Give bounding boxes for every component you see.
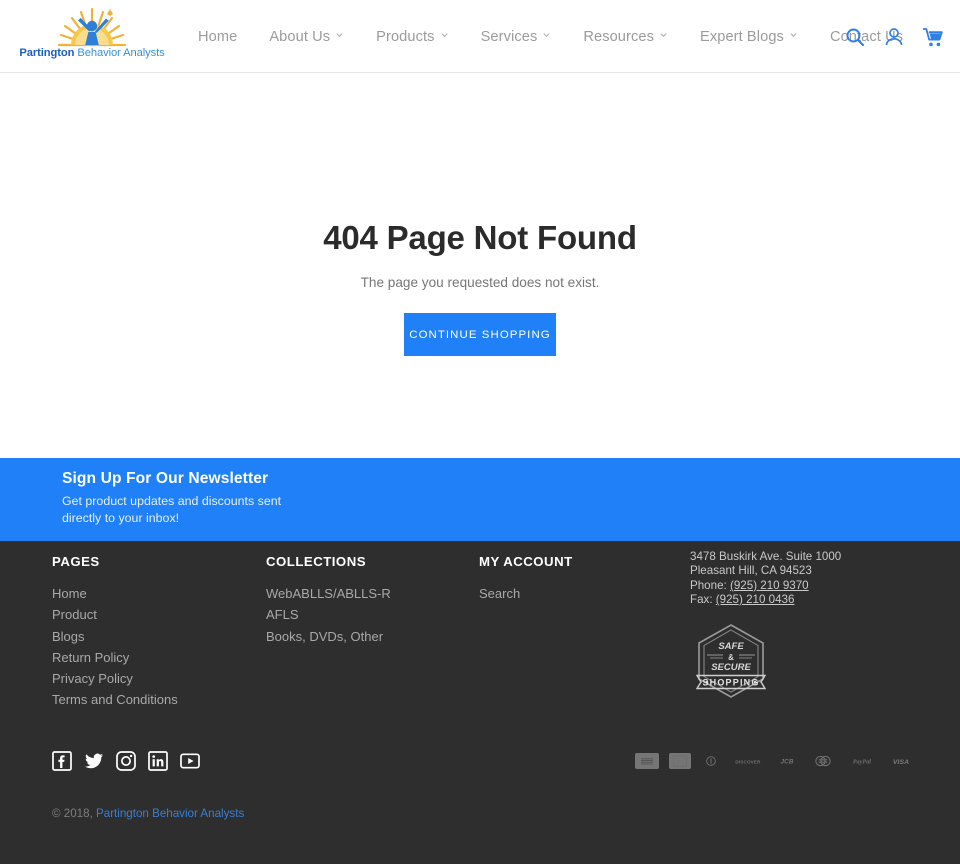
nav-item-about-us[interactable]: About Us bbox=[253, 29, 360, 45]
svg-text:SHOPPING: SHOPPING bbox=[702, 678, 759, 688]
footer-heading: MY ACCOUNT bbox=[479, 554, 573, 569]
fax-row: Fax: (925) 210 0436 bbox=[690, 593, 841, 607]
svg-text:PayPal: PayPal bbox=[853, 760, 871, 766]
main-navigation: Home About Us Products Services Resource… bbox=[198, 0, 919, 73]
footer-link-list: Home Product Blogs Return Policy Privacy… bbox=[52, 583, 178, 711]
address-line-2: Pleasant Hill, CA 94523 bbox=[690, 564, 812, 578]
page-subtitle: The page you requested does not exist. bbox=[360, 275, 600, 290]
chevron-down-icon bbox=[335, 30, 344, 39]
nav-label: About Us bbox=[269, 28, 331, 45]
facebook-icon[interactable] bbox=[52, 751, 72, 771]
nav-item-home[interactable]: Home bbox=[198, 29, 253, 45]
phone-link[interactable]: (925) 210 9370 bbox=[730, 579, 809, 592]
chevron-down-icon bbox=[542, 30, 551, 39]
social-links bbox=[52, 751, 200, 771]
youtube-icon[interactable] bbox=[180, 751, 200, 771]
newsletter-section: Sign Up For Our Newsletter Get product u… bbox=[0, 458, 960, 541]
mastercard-icon bbox=[809, 753, 837, 769]
svg-text:SECURE: SECURE bbox=[711, 662, 751, 673]
footer-link-privacy-policy[interactable]: Privacy Policy bbox=[52, 668, 178, 689]
newsletter-description: Get product updates and discounts sent d… bbox=[62, 494, 282, 525]
continue-shopping-button[interactable]: CONTINUE SHOPPING bbox=[404, 313, 556, 356]
footer-column-my-account: MY ACCOUNT Search bbox=[479, 541, 573, 604]
phone-label: Phone: bbox=[690, 578, 727, 592]
footer-link-list: WebABLLS/ABLLS-R AFLS Books, DVDs, Other bbox=[266, 583, 391, 647]
sunburst-figure-logo bbox=[45, 5, 139, 49]
footer-link-product[interactable]: Product bbox=[52, 604, 178, 625]
footer-heading: COLLECTIONS bbox=[266, 554, 367, 569]
payment-methods: Pay DISCOVER JCB PayPal VISA bbox=[635, 753, 915, 769]
site-header: Partington Behavior Analysts Home About … bbox=[0, 0, 960, 73]
twitter-icon[interactable] bbox=[84, 751, 104, 771]
chevron-down-icon bbox=[659, 30, 668, 39]
site-footer: PAGES Home Product Blogs Return Policy P… bbox=[0, 541, 960, 864]
footer-link-list: Search bbox=[479, 583, 573, 604]
page-title: 404 Page Not Found bbox=[323, 219, 637, 256]
footer-link-afls[interactable]: AFLS bbox=[266, 604, 391, 625]
footer-link-return-policy[interactable]: Return Policy bbox=[52, 647, 178, 668]
copyright: © 2018, Partington Behavior Analysts bbox=[52, 807, 244, 820]
nav-item-resources[interactable]: Resources bbox=[567, 29, 684, 45]
logo-word-bold: Partington bbox=[19, 47, 75, 59]
svg-text:VISA: VISA bbox=[893, 759, 909, 766]
footer-link-terms-and-conditions[interactable]: Terms and Conditions bbox=[52, 689, 178, 710]
svg-text:Pay: Pay bbox=[676, 759, 684, 764]
diners-club-icon bbox=[701, 753, 721, 769]
nav-label: Expert Blogs bbox=[700, 28, 784, 45]
logo-word-light: Behavior Analysts bbox=[74, 47, 165, 59]
search-icon[interactable] bbox=[844, 26, 866, 48]
phone-row: Phone: (925) 210 9370 bbox=[690, 579, 841, 593]
cart-icon[interactable] bbox=[922, 26, 944, 48]
apple-pay-icon: Pay bbox=[669, 753, 691, 769]
amex-icon bbox=[635, 753, 659, 769]
logo-wordmark: Partington Behavior Analysts bbox=[19, 47, 164, 59]
footer-address-block: 3478 Buskirk Ave. Suite 1000 Pleasant Hi… bbox=[690, 550, 841, 608]
nav-item-services[interactable]: Services bbox=[465, 29, 568, 45]
copyright-link[interactable]: Partington Behavior Analysts bbox=[96, 807, 244, 820]
account-icon[interactable] bbox=[883, 26, 905, 48]
svg-text:&: & bbox=[728, 653, 734, 662]
newsletter-copy: Sign Up For Our Newsletter Get product u… bbox=[62, 470, 302, 527]
footer-link-search[interactable]: Search bbox=[479, 583, 573, 604]
footer-link-webablls[interactable]: WebABLLS/ABLLS-R bbox=[266, 583, 391, 604]
chevron-down-icon bbox=[789, 30, 798, 39]
nav-label: Home bbox=[198, 28, 238, 45]
nav-label: Resources bbox=[583, 28, 654, 45]
chevron-down-icon bbox=[440, 30, 449, 39]
paypal-icon: PayPal bbox=[847, 753, 877, 769]
safe-secure-shopping-badge: SAFE & SECURE SHOPPING bbox=[692, 622, 770, 700]
fax-label: Fax: bbox=[690, 593, 713, 607]
main-content: 404 Page Not Found The page you requeste… bbox=[0, 73, 960, 458]
footer-link-home[interactable]: Home bbox=[52, 583, 178, 604]
footer-column-collections: COLLECTIONS WebABLLS/ABLLS-R AFLS Books,… bbox=[266, 541, 391, 647]
footer-link-books-dvds-other[interactable]: Books, DVDs, Other bbox=[266, 626, 391, 647]
footer-column-pages: PAGES Home Product Blogs Return Policy P… bbox=[52, 541, 178, 711]
nav-item-products[interactable]: Products bbox=[360, 29, 464, 45]
linkedin-icon[interactable] bbox=[148, 751, 168, 771]
nav-label: Services bbox=[480, 28, 538, 45]
jcb-icon: JCB bbox=[775, 753, 799, 769]
address-line-1: 3478 Buskirk Ave. Suite 1000 bbox=[690, 550, 842, 563]
svg-text:SAFE: SAFE bbox=[718, 641, 744, 652]
svg-text:DISCOVER: DISCOVER bbox=[735, 759, 761, 764]
site-logo[interactable]: Partington Behavior Analysts bbox=[19, 5, 165, 67]
nav-item-expert-blogs[interactable]: Expert Blogs bbox=[684, 29, 814, 45]
fax-link[interactable]: (925) 210 0436 bbox=[716, 593, 795, 606]
header-icon-group bbox=[844, 0, 944, 73]
footer-heading: PAGES bbox=[52, 554, 100, 569]
instagram-icon[interactable] bbox=[116, 751, 136, 771]
copyright-text: © 2018, bbox=[52, 807, 93, 820]
newsletter-title: Sign Up For Our Newsletter bbox=[62, 470, 269, 487]
footer-link-blogs[interactable]: Blogs bbox=[52, 626, 178, 647]
nav-label: Products bbox=[376, 28, 435, 45]
discover-icon: DISCOVER bbox=[731, 753, 765, 769]
svg-text:JCB: JCB bbox=[780, 759, 793, 766]
visa-icon: VISA bbox=[887, 753, 915, 769]
